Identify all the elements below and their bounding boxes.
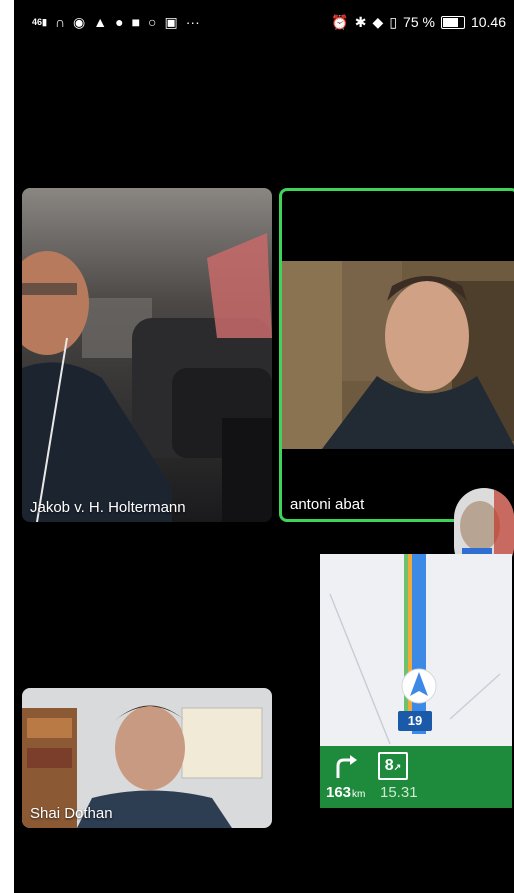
route-number-badge: 19 — [398, 711, 432, 731]
exit-arrow-icon: ↗ — [393, 762, 402, 772]
status-bar: 46▮ ∩ ◉ ▲ ● ■ ○ ▣ ··· ⏰ ✱ ◆ ▯ 75 % 10.46 — [14, 0, 514, 48]
participant-name-shai: Shai Dothan — [30, 805, 113, 822]
eta: 15.31 — [380, 784, 418, 801]
vibrate-icon: ▯ — [389, 14, 398, 30]
video-feed-antoni — [282, 261, 514, 449]
signal-icon: 46▮ — [32, 16, 47, 27]
phone-screen: 46▮ ∩ ◉ ▲ ● ■ ○ ▣ ··· ⏰ ✱ ◆ ▯ 75 % 10.46 — [14, 0, 514, 893]
video-tile-antoni[interactable]: antoni abat — [279, 188, 514, 522]
navigation-widget[interactable]: 19 8↗ 163km 15.31 — [320, 554, 512, 808]
exit-number: 8 — [384, 757, 394, 774]
navigation-icon: ▲ — [93, 14, 108, 30]
video-tile-shai[interactable]: Shai Dothan — [22, 688, 272, 828]
more-icon: ··· — [185, 14, 200, 30]
participant-name-jakob: Jakob v. H. Holtermann — [30, 499, 186, 516]
distance-unit: km — [352, 789, 366, 800]
video-feed-jakob — [22, 188, 272, 522]
distance: 163km — [326, 784, 365, 801]
video-tile-jakob[interactable]: Jakob v. H. Holtermann — [22, 188, 272, 522]
calendar-icon: ▣ — [164, 14, 178, 30]
status-right-icons: ⏰ ✱ ◆ ▯ 75 % 10.46 — [331, 14, 506, 30]
status-left-icons: 46▮ ∩ ◉ ▲ ● ■ ○ ▣ ··· — [32, 14, 200, 30]
messenger-icon: ● — [115, 14, 124, 30]
participant-name-antoni: antoni abat — [290, 496, 365, 513]
bluetooth-icon: ✱ — [354, 14, 367, 30]
eye-icon: ◉ — [73, 14, 86, 30]
video-icon: ■ — [131, 14, 141, 30]
battery-level: 75 % — [403, 14, 435, 30]
alarm-icon: ⏰ — [331, 14, 349, 30]
exit-badge: 8↗ — [378, 752, 408, 780]
turn-right-icon — [336, 755, 357, 778]
battery-icon — [440, 15, 465, 29]
clock: 10.46 — [470, 14, 506, 30]
distance-value: 163 — [326, 784, 352, 801]
location-icon: ◆ — [372, 14, 384, 30]
navigation-instruction-bar: 8↗ 163km 15.31 — [320, 746, 512, 808]
chat-icon: ○ — [148, 14, 157, 30]
headphones-icon: ∩ — [54, 14, 66, 30]
